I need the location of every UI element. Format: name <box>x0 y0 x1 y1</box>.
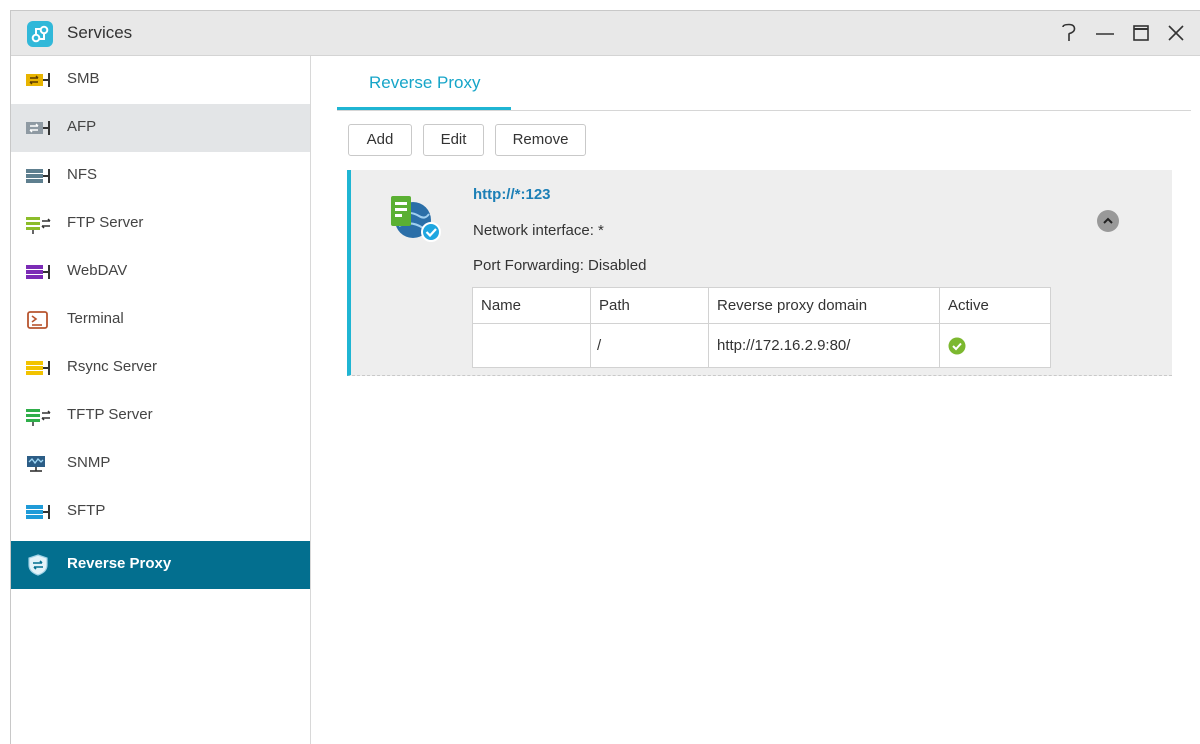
sidebar-item-rsync-server[interactable]: Rsync Server <box>11 344 310 392</box>
ftp-icon <box>25 212 51 236</box>
sidebar-item-tftp-server[interactable]: TFTP Server <box>11 392 310 440</box>
sidebar-item-reverse-proxy[interactable]: Reverse Proxy <box>11 541 310 589</box>
tab-label: Reverse Proxy <box>369 73 481 92</box>
sidebar-item-label: TFTP Server <box>67 406 153 423</box>
terminal-icon <box>25 308 51 332</box>
sidebar-item-snmp[interactable]: SNMP <box>11 440 310 488</box>
edit-button[interactable]: Edit <box>423 124 484 156</box>
sidebar-item-afp[interactable]: AFP <box>11 104 310 152</box>
window-title: Services <box>67 23 133 42</box>
services-app-icon <box>27 21 53 47</box>
sidebar-item-label: SFTP <box>67 502 106 519</box>
column-header-path: Path <box>590 287 709 324</box>
sidebar-item-webdav[interactable]: WebDAV <box>11 248 310 296</box>
sidebar-item-label: Terminal <box>67 310 124 327</box>
cell-path: / <box>590 323 709 368</box>
sidebar-item-label: Rsync Server <box>67 358 158 375</box>
tftp-icon <box>25 404 51 428</box>
sidebar-item-label: FTP Server <box>67 214 144 231</box>
cell-path-text: / <box>597 337 602 354</box>
remove-button[interactable]: Remove <box>495 124 586 156</box>
webdav-icon <box>25 260 51 284</box>
sidebar-item-ftp-server[interactable]: FTP Server <box>11 200 310 248</box>
title-bar: Services <box>11 11 1200 56</box>
sidebar-item-smb[interactable]: SMB <box>11 56 310 104</box>
network-interface-text: Network interface: * <box>473 222 604 239</box>
cell-domain: http://172.16.2.9:80/ <box>708 323 940 368</box>
cell-active <box>939 323 1051 368</box>
afp-icon <box>25 116 51 140</box>
sidebar: SMB AFP NFS FTP Server WebDAV Terminal R… <box>11 56 311 744</box>
table-header-row: Name Path Reverse proxy domain Active <box>472 287 1051 324</box>
column-header-active: Active <box>939 287 1051 324</box>
collapse-icon[interactable] <box>1097 210 1119 232</box>
sidebar-item-label: WebDAV <box>67 262 128 279</box>
add-button[interactable]: Add <box>348 124 412 156</box>
services-window: Services SMB AFP NFS FTP Server WebDAV T… <box>10 10 1200 744</box>
sidebar-item-label: SMB <box>67 70 100 87</box>
port-forwarding-text: Port Forwarding: Disabled <box>473 257 647 274</box>
sftp-icon <box>25 500 51 524</box>
table-row[interactable]: / http://172.16.2.9:80/ <box>472 323 1051 368</box>
reverse-proxy-rule-card: http://*:123 Network interface: * Port F… <box>347 170 1172 376</box>
proxy-rules-table: Name Path Reverse proxy domain Active / … <box>472 287 1051 368</box>
sidebar-item-sftp[interactable]: SFTP <box>11 488 310 536</box>
sidebar-item-label: Reverse Proxy <box>67 555 172 572</box>
sidebar-item-label: AFP <box>67 118 97 135</box>
reverse-proxy-icon <box>25 553 51 577</box>
maximize-icon[interactable] <box>1129 21 1153 45</box>
nfs-icon <box>25 164 51 188</box>
smb-icon <box>25 68 51 92</box>
tab-bar: Reverse Proxy <box>337 56 1191 111</box>
tab-reverse-proxy[interactable]: Reverse Proxy <box>337 56 511 110</box>
minimize-icon[interactable] <box>1093 21 1117 45</box>
help-icon[interactable] <box>1057 21 1081 45</box>
close-icon[interactable] <box>1164 21 1188 45</box>
cell-name <box>472 323 591 368</box>
column-header-name: Name <box>472 287 591 324</box>
column-header-domain: Reverse proxy domain <box>708 287 940 324</box>
sidebar-item-label: SNMP <box>67 454 111 471</box>
snmp-icon <box>25 452 51 476</box>
rsync-icon <box>25 356 51 380</box>
main-panel: Reverse Proxy Add Edit Remove http://*:1… <box>311 56 1200 744</box>
sidebar-item-nfs[interactable]: NFS <box>11 152 310 200</box>
active-check-icon <box>948 336 966 355</box>
sidebar-item-label: NFS <box>67 166 97 183</box>
sidebar-item-terminal[interactable]: Terminal <box>11 296 310 344</box>
rule-title-link[interactable]: http://*:123 <box>473 186 551 203</box>
proxy-server-icon <box>389 190 445 246</box>
